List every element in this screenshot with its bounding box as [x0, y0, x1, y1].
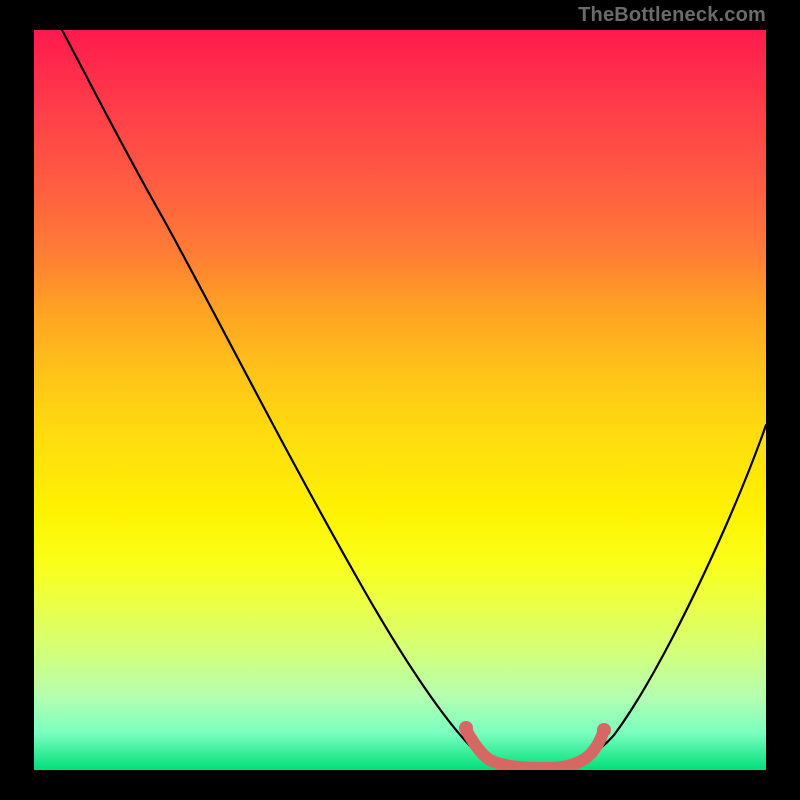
chart-plot-area	[34, 30, 766, 770]
marker-dot-right	[597, 723, 611, 737]
bottleneck-curve	[62, 30, 766, 768]
optimal-range-marker	[466, 730, 604, 768]
marker-dot-left	[459, 721, 473, 735]
watermark-text: TheBottleneck.com	[578, 4, 766, 27]
chart-svg	[34, 30, 766, 770]
chart-frame: TheBottleneck.com	[0, 0, 800, 800]
